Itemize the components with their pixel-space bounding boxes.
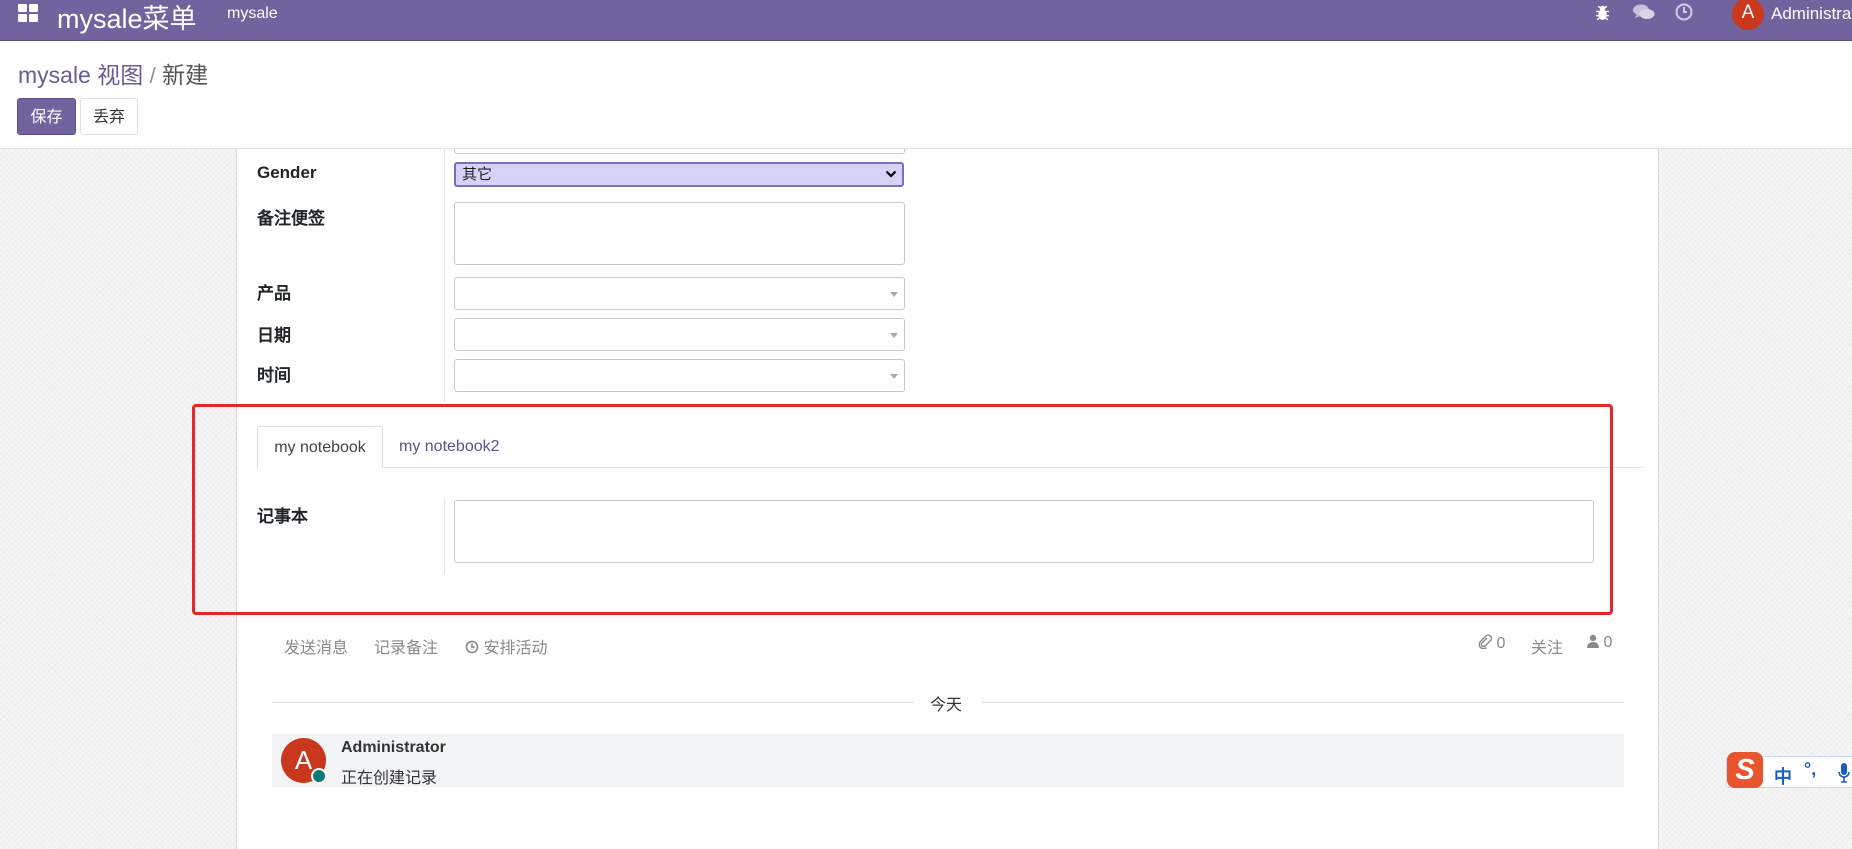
schedule-activity-label: 安排活动 xyxy=(483,640,548,657)
clock-icon xyxy=(465,640,479,654)
date-separator: 今天 xyxy=(930,697,963,714)
highlight-annotation-box xyxy=(192,404,1613,615)
save-button[interactable]: 保存 xyxy=(17,98,76,135)
group-divider xyxy=(444,149,445,402)
gender-selected-value: 其它 xyxy=(462,166,493,183)
product-field[interactable] xyxy=(454,277,905,310)
breadcrumb-current: 新建 xyxy=(162,62,209,88)
attachments-count: 0 xyxy=(1496,635,1506,652)
date-divider-right xyxy=(981,702,1624,703)
note-textarea[interactable] xyxy=(454,202,905,265)
gender-select[interactable]: 其它 xyxy=(454,162,904,187)
followers-count: 0 xyxy=(1603,634,1613,651)
chatter-message xyxy=(272,734,1624,787)
followers-button[interactable]: 0 xyxy=(1587,634,1612,652)
ime-logo-icon[interactable]: S xyxy=(1727,752,1763,788)
product-label: 产品 xyxy=(257,284,291,303)
breadcrumb: mysale 视图 / 新建 xyxy=(18,56,208,90)
send-message-button[interactable]: 发送消息 xyxy=(284,634,348,658)
chevron-down-icon xyxy=(885,170,897,178)
bug-icon[interactable] xyxy=(1594,4,1611,21)
user-menu[interactable]: Administrator xyxy=(1771,4,1852,24)
dropdown-caret-icon xyxy=(890,374,898,379)
user-avatar[interactable]: A xyxy=(1732,0,1764,30)
top-navbar: mysale菜单 mysale A Administrator xyxy=(0,0,1852,41)
dropdown-caret-icon xyxy=(890,292,898,297)
date-field[interactable] xyxy=(454,318,905,351)
ime-mode-toggle[interactable]: 中 xyxy=(1774,763,1792,789)
schedule-activity-button[interactable]: 安排活动 xyxy=(465,634,547,658)
apps-menu-icon[interactable] xyxy=(18,4,38,22)
user-icon xyxy=(1587,634,1599,648)
log-note-button[interactable]: 记录备注 xyxy=(374,634,438,658)
control-panel: mysale 视图 / 新建 保存 丢弃 xyxy=(0,41,1852,149)
dropdown-caret-icon xyxy=(890,333,898,338)
menu-item-mysale[interactable]: mysale xyxy=(227,5,278,23)
time-field[interactable] xyxy=(454,359,905,392)
follow-button[interactable]: 关注 xyxy=(1531,634,1563,658)
paperclip-icon xyxy=(1478,634,1493,650)
chat-icon[interactable] xyxy=(1633,4,1655,21)
ime-punctuation-toggle[interactable]: °, xyxy=(1804,759,1816,780)
attachments-button[interactable]: 0 xyxy=(1478,634,1505,653)
date-divider-left xyxy=(272,702,914,703)
breadcrumb-separator: / xyxy=(149,63,156,88)
gender-label: Gender xyxy=(257,163,317,182)
date-label: 日期 xyxy=(257,326,291,345)
app-brand[interactable]: mysale菜单 xyxy=(57,0,197,36)
breadcrumb-parent[interactable]: mysale 视图 xyxy=(18,62,143,88)
message-author[interactable]: Administrator xyxy=(341,739,446,757)
online-status-dot xyxy=(311,768,327,784)
note-label: 备注便签 xyxy=(257,209,325,228)
message-body: 正在创建记录 xyxy=(341,770,438,787)
discard-button[interactable]: 丢弃 xyxy=(80,98,138,135)
previous-field-edge xyxy=(454,149,905,154)
time-label: 时间 xyxy=(257,366,291,385)
ime-toolbar[interactable]: S 中 °, xyxy=(1726,751,1852,793)
clock-icon[interactable] xyxy=(1675,3,1693,21)
microphone-icon[interactable] xyxy=(1838,763,1850,783)
